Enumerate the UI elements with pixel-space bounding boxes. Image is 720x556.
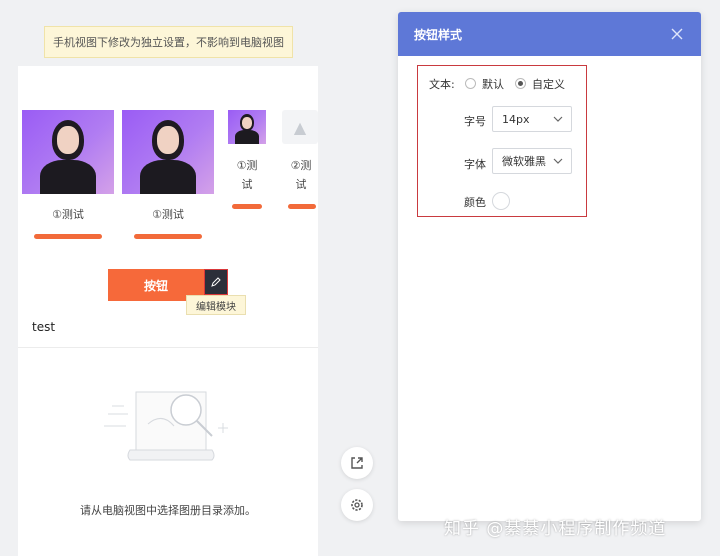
pencil-icon [211,277,221,287]
image-placeholder-icon: ▲ [282,110,318,144]
gallery-bar [232,204,262,209]
radio-default-label[interactable]: 默认 [482,76,504,92]
gallery-caption: 试 [241,178,253,191]
font-family-select[interactable]: 微软雅黑 [492,148,572,174]
mobile-view-notice: 手机视图下修改为独立设置，不影响到电脑视图 [44,26,293,58]
chevron-down-icon [553,116,563,122]
font-size-label: 字号 [464,115,486,128]
panel-title: 按钮样式 [414,27,463,42]
settings-button[interactable] [341,489,373,521]
text-label: 文本: [429,78,455,91]
divider [18,347,318,348]
tooltip-text: 编辑模块 [196,301,236,313]
font-size-select[interactable]: 14px [492,106,572,132]
empty-album-illustration [104,391,228,461]
watermark: 知乎 @綦綦小程序制作频道 [444,519,667,539]
radio-custom[interactable] [515,78,526,89]
panel-header: 按钮样式 [398,12,701,56]
gallery-caption: ①测 [236,159,258,172]
text-style-settings: 文本: 默认 自定义 字号 14px 字体 微软雅黑 颜色 [417,65,587,217]
share-button[interactable] [341,447,373,479]
font-family-label: 字体 [464,158,486,171]
font-family-value: 微软雅黑 [502,155,546,168]
gallery-photo [228,110,266,144]
empty-state-message: 请从电脑视图中选择图册目录添加。 [80,504,256,517]
edit-module-button[interactable] [204,269,228,295]
gallery-caption: ①测试 [152,208,184,221]
close-icon[interactable] [669,26,685,42]
color-label: 颜色 [464,196,486,209]
gallery-photo [22,110,114,194]
button-style-panel: 按钮样式 文本: 默认 自定义 字号 14px 字体 微软雅黑 颜色 [398,12,701,521]
gallery-caption: 试 [295,178,307,191]
test-text: test [32,320,56,334]
phone-preview: ①测试 ①测试 ①测 试 ▲ ②测 试 按钮 编辑模块 test 请从电脑视图中… [18,66,318,556]
radio-custom-label[interactable]: 自定义 [532,76,565,92]
chevron-down-icon [553,158,563,164]
gear-icon [351,499,363,511]
gallery-bar [34,234,102,239]
font-size-value: 14px [502,112,530,126]
share-icon [351,457,363,469]
gallery-bar [134,234,202,239]
gallery-module[interactable]: ①测试 ①测试 ①测 试 ▲ ②测 试 [22,110,318,250]
gallery-photo [122,110,214,194]
gallery-caption: ②测 [290,159,312,172]
edit-module-tooltip: 编辑模块 [186,295,246,315]
notice-text: 手机视图下修改为独立设置，不影响到电脑视图 [53,36,284,49]
radio-default[interactable] [465,78,476,89]
gallery-bar [288,204,316,209]
color-picker[interactable] [492,192,510,210]
gallery-caption: ①测试 [52,208,84,221]
